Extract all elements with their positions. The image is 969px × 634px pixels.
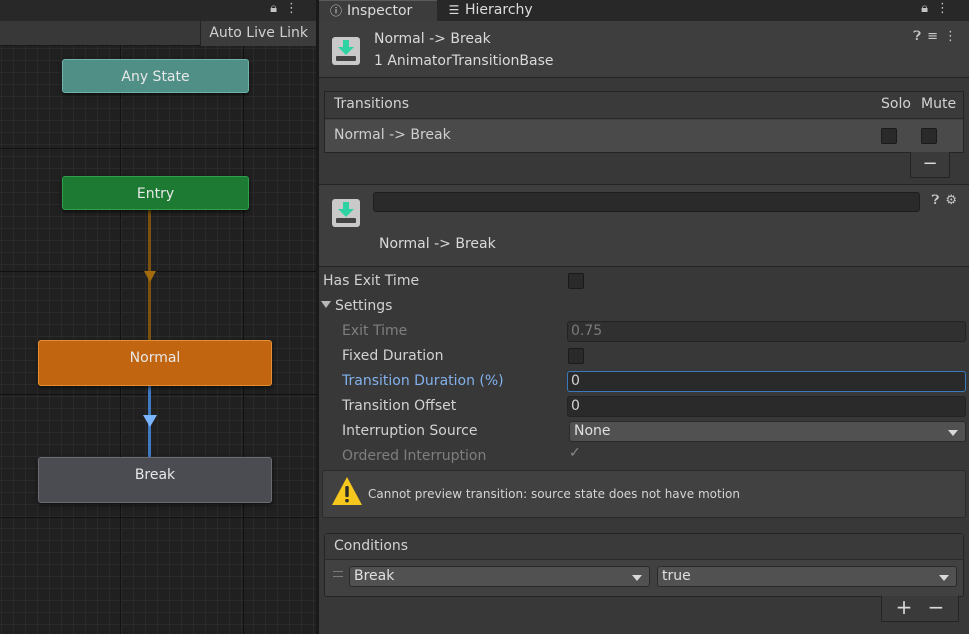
- transitions-list: Transitions Solo Mute Normal -> Break: [324, 91, 964, 153]
- tab-inspector-label: Inspector: [347, 3, 413, 19]
- has-exit-time-checkbox[interactable]: [568, 273, 584, 289]
- interruption-source-value: None: [574, 423, 611, 439]
- tab-hierarchy[interactable]: ☰ Hierarchy: [437, 0, 577, 21]
- presets-icon[interactable]: ≡: [927, 29, 944, 44]
- chevron-down-icon: [948, 430, 958, 436]
- transition-icon: [332, 37, 360, 65]
- interruption-source-dropdown[interactable]: None: [569, 421, 966, 442]
- fixed-duration-checkbox[interactable]: [568, 348, 584, 364]
- add-condition-button[interactable]: +: [890, 596, 918, 618]
- warning-icon: [332, 477, 362, 505]
- condition-value-dropdown[interactable]: true: [657, 566, 957, 587]
- lock-icon[interactable]: 🔒︎: [270, 1, 285, 16]
- tab-inspector[interactable]: ⓘ Inspector: [319, 0, 437, 21]
- transition-detail-title: Normal -> Break: [379, 236, 496, 252]
- grid-major-line: [0, 394, 316, 395]
- gear-icon[interactable]: ⚙: [945, 193, 963, 208]
- warning-box: Cannot preview transition: source state …: [322, 470, 966, 518]
- transition-duration-label: Transition Duration (%): [342, 373, 504, 389]
- grid-major-line: [0, 148, 316, 149]
- foldout-arrow-icon: [321, 301, 331, 308]
- mute-column-header: Mute: [921, 96, 957, 112]
- drag-handle-icon[interactable]: [333, 571, 343, 577]
- settings-foldout[interactable]: Settings: [321, 298, 392, 314]
- conditions-heading: Conditions: [334, 538, 409, 554]
- solo-column-header: Solo: [881, 96, 911, 112]
- header-subtitle: 1 AnimatorTransitionBase: [374, 53, 554, 69]
- transition-row-label: Normal -> Break: [334, 127, 451, 143]
- tab-bar: ⓘ Inspector ☰ Hierarchy 🔒︎⋮: [319, 0, 969, 21]
- auto-live-link-button[interactable]: Auto Live Link: [200, 21, 316, 46]
- conditions-list-header: Conditions: [325, 534, 963, 560]
- mute-checkbox[interactable]: [921, 128, 937, 144]
- header-title: Normal -> Break: [374, 31, 491, 47]
- fixed-duration-label: Fixed Duration: [342, 348, 444, 364]
- tab-hierarchy-label: Hierarchy: [465, 2, 533, 18]
- conditions-footer: + −: [881, 596, 959, 622]
- help-icon[interactable]: ❓︎: [913, 29, 927, 44]
- header-tools: ❓︎≡⋮: [913, 29, 963, 44]
- remove-condition-button[interactable]: −: [922, 596, 950, 618]
- checkmark-icon: ✓: [569, 445, 581, 461]
- condition-parameter-value: Break: [354, 568, 395, 584]
- grid-major-line: [0, 517, 316, 518]
- window-controls: 🔒︎⋮: [270, 1, 306, 16]
- window-controls: 🔒︎⋮: [921, 1, 957, 16]
- has-exit-time-label: Has Exit Time: [323, 273, 420, 289]
- more-menu-icon[interactable]: ⋮: [285, 1, 306, 16]
- interruption-source-label: Interruption Source: [342, 423, 478, 439]
- hierarchy-icon: ☰: [448, 3, 460, 17]
- transition-duration-field[interactable]: 0: [567, 371, 966, 392]
- exit-time-field: 0.75: [567, 321, 966, 342]
- more-menu-icon[interactable]: ⋮: [944, 29, 963, 44]
- detail-tools: ❓︎⚙: [932, 193, 963, 208]
- state-node-break[interactable]: Break: [38, 457, 272, 503]
- state-node-entry[interactable]: Entry: [62, 176, 249, 210]
- lock-icon[interactable]: 🔒︎: [921, 1, 936, 16]
- state-node-normal[interactable]: Normal: [38, 340, 272, 386]
- ordered-interruption-label: Ordered Interruption: [342, 448, 487, 464]
- animator-graph[interactable]: 🔒︎⋮ Auto Live Link Any State Entry Norma…: [0, 0, 316, 634]
- transition-arrow-icon: [143, 415, 157, 427]
- transition-icon: [332, 199, 360, 227]
- transition-name-field[interactable]: [373, 192, 920, 212]
- condition-value: true: [662, 568, 691, 584]
- inspector-panel: ⓘ Inspector ☰ Hierarchy 🔒︎⋮ Normal -> Brea…: [319, 0, 969, 634]
- chevron-down-icon: [632, 575, 642, 581]
- transition-detail-header: ❓︎⚙ Normal -> Break: [319, 185, 969, 267]
- state-node-any-state[interactable]: Any State: [62, 59, 249, 93]
- transition-row[interactable]: Normal -> Break: [325, 120, 963, 152]
- transitions-heading: Transitions: [334, 96, 409, 112]
- transition-arrow-icon: [144, 271, 156, 282]
- solo-checkbox[interactable]: [881, 128, 897, 144]
- transition-offset-field[interactable]: 0: [567, 396, 966, 417]
- more-menu-icon[interactable]: ⋮: [936, 1, 957, 16]
- help-icon[interactable]: ❓︎: [932, 193, 946, 208]
- graph-window-toolbar: 🔒︎⋮: [0, 0, 316, 21]
- info-icon: ⓘ: [329, 4, 342, 18]
- settings-label: Settings: [335, 298, 393, 314]
- transition-offset-label: Transition Offset: [342, 398, 457, 414]
- remove-transition-button[interactable]: −: [910, 152, 950, 178]
- grid-major-line: [0, 271, 316, 272]
- exit-time-label: Exit Time: [342, 323, 408, 339]
- inspector-header: Normal -> Break 1 AnimatorTransitionBase…: [319, 21, 969, 78]
- conditions-list: Conditions Break true: [324, 533, 964, 597]
- warning-message: Cannot preview transition: source state …: [368, 487, 740, 501]
- transitions-list-header: Transitions Solo Mute: [325, 92, 963, 119]
- graph-top-bar: Auto Live Link: [0, 21, 316, 46]
- condition-parameter-dropdown[interactable]: Break: [349, 566, 650, 587]
- chevron-down-icon: [939, 575, 949, 581]
